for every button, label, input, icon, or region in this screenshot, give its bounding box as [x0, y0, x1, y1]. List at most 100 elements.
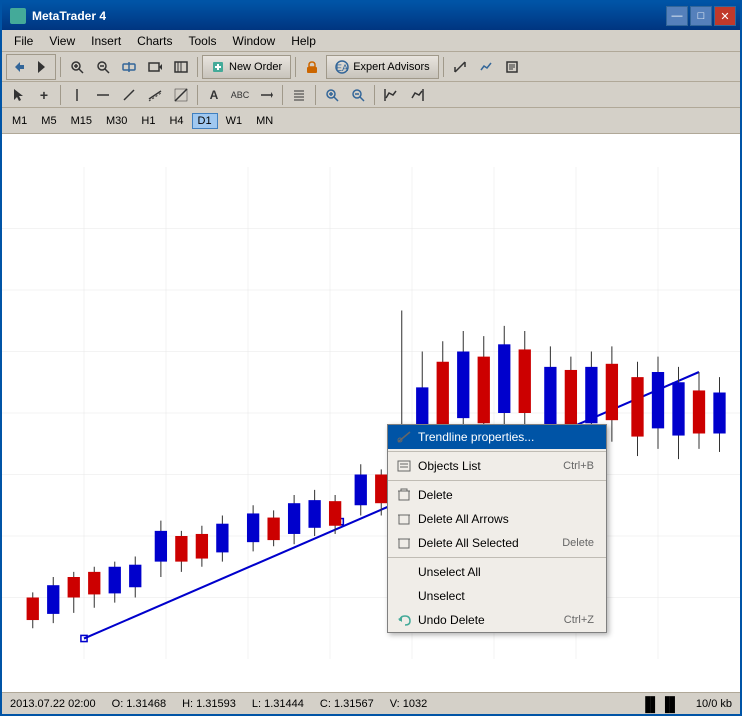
trendline-tool[interactable]: [117, 83, 141, 107]
ctx-delete[interactable]: Delete: [388, 483, 606, 507]
ctx-undo-delete[interactable]: Undo Delete Ctrl+Z: [388, 608, 606, 632]
maximize-button[interactable]: □: [690, 6, 712, 26]
ctx-objects-list[interactable]: Objects List Ctrl+B: [388, 454, 606, 478]
svg-text:EA: EA: [336, 63, 348, 73]
abc-tool[interactable]: ABC: [228, 83, 252, 107]
tf-m30[interactable]: M30: [100, 113, 133, 129]
chart-shift-button[interactable]: [379, 83, 403, 107]
unselect-all-icon: [396, 564, 412, 580]
ctx-trendline-properties[interactable]: Trendline properties...: [388, 425, 606, 449]
zoom-in-button[interactable]: [65, 55, 89, 79]
minimize-button[interactable]: —: [666, 6, 688, 26]
ctx-delete-label: Delete: [418, 488, 594, 502]
menu-insert[interactable]: Insert: [83, 32, 129, 50]
objects-list-icon: [396, 458, 412, 474]
lock-icon[interactable]: [300, 55, 324, 79]
auto-scroll-button[interactable]: [143, 55, 167, 79]
ctx-delete-selected-shortcut: Delete: [562, 537, 594, 549]
ctx-delete-all-selected[interactable]: Delete All Selected Delete: [388, 531, 606, 555]
chart-fit-button[interactable]: [405, 83, 429, 107]
undo-icon: [396, 612, 412, 628]
menu-help[interactable]: Help: [283, 32, 324, 50]
crosshair-tool[interactable]: +: [32, 83, 56, 107]
delete-selected-icon: [396, 535, 412, 551]
tf-m15[interactable]: M15: [65, 113, 98, 129]
sep3: [295, 57, 296, 77]
title-bar: MetaTrader 4 — □ ✕: [2, 2, 740, 30]
tf-mn[interactable]: MN: [250, 113, 279, 129]
sep8: [315, 85, 316, 105]
sep7: [282, 85, 283, 105]
cursor-tool[interactable]: [6, 83, 30, 107]
close-button[interactable]: ✕: [714, 6, 736, 26]
menu-tools[interactable]: Tools: [181, 32, 225, 50]
menu-charts[interactable]: Charts: [129, 32, 180, 50]
ctx-unselect-label: Unselect: [418, 589, 594, 603]
ctx-delete-selected-label: Delete All Selected: [418, 536, 556, 550]
sep1: [60, 57, 61, 77]
back-button[interactable]: [7, 55, 31, 79]
tf-w1[interactable]: W1: [220, 113, 249, 129]
tf-m1[interactable]: M1: [6, 113, 33, 129]
menu-file[interactable]: File: [6, 32, 41, 50]
delete-icon: [396, 487, 412, 503]
template-button[interactable]: [500, 55, 524, 79]
ctx-trendline-label: Trendline properties...: [418, 430, 594, 444]
indicator-button[interactable]: [474, 55, 498, 79]
ctx-sep1: [388, 451, 606, 452]
zoom-out-chart-button[interactable]: [346, 83, 370, 107]
arrow-tool[interactable]: [254, 83, 278, 107]
main-window: MetaTrader 4 — □ ✕ File View Insert Char…: [0, 0, 742, 716]
timeframe-toolbar: M1 M5 M15 M30 H1 H4 D1 W1 MN: [2, 108, 740, 134]
unselect-icon: [396, 588, 412, 604]
tf-d1[interactable]: D1: [192, 113, 218, 129]
app-icon: [10, 8, 26, 24]
fibonacci-tool[interactable]: [287, 83, 311, 107]
window-controls: — □ ✕: [666, 6, 736, 26]
tf-m5[interactable]: M5: [35, 113, 62, 129]
ctx-objects-list-label: Objects List: [418, 459, 557, 473]
status-open: O: 1.31468: [112, 698, 166, 710]
channel-tool[interactable]: [143, 83, 167, 107]
sep4: [443, 57, 444, 77]
status-date: 2013.07.22 02:00: [10, 698, 96, 710]
ctx-unselect[interactable]: Unselect: [388, 584, 606, 608]
expert-advisors-button[interactable]: EA Expert Advisors: [326, 55, 438, 79]
status-bars: 10/0 kb: [696, 698, 732, 710]
horizontal-line-tool[interactable]: [91, 83, 115, 107]
chart-scroll-button[interactable]: [117, 55, 141, 79]
ctx-unselect-all[interactable]: Unselect All: [388, 560, 606, 584]
text-tool[interactable]: A: [202, 83, 226, 107]
zoom-out-button[interactable]: [91, 55, 115, 79]
chart-area[interactable]: Trendline properties... Objects List Ctr…: [2, 134, 740, 692]
menu-view[interactable]: View: [41, 32, 83, 50]
tf-h4[interactable]: H4: [163, 113, 189, 129]
status-bar: 2013.07.22 02:00 O: 1.31468 H: 1.31593 L…: [2, 692, 740, 714]
tf-h1[interactable]: H1: [135, 113, 161, 129]
status-volume: V: 1032: [390, 698, 428, 710]
sep9: [374, 85, 375, 105]
new-order-button[interactable]: New Order: [202, 55, 291, 79]
ctx-delete-arrows-label: Delete All Arrows: [418, 512, 594, 526]
ctx-delete-all-arrows[interactable]: Delete All Arrows: [388, 507, 606, 531]
toolbar-drawing: + A ABC: [2, 82, 740, 108]
status-close: C: 1.31567: [320, 698, 374, 710]
ctx-objects-list-shortcut: Ctrl+B: [563, 460, 594, 472]
zoom-chart-button[interactable]: [320, 83, 344, 107]
regression-tool[interactable]: [169, 83, 193, 107]
status-high: H: 1.31593: [182, 698, 236, 710]
periodicity-button[interactable]: [169, 55, 193, 79]
vertical-line-tool[interactable]: [65, 83, 89, 107]
menu-bar: File View Insert Charts Tools Window Hel…: [2, 30, 740, 52]
toolbar-main: New Order EA Expert Advisors: [2, 52, 740, 82]
ctx-sep2: [388, 480, 606, 481]
delete-arrows-icon: [396, 511, 412, 527]
sep2: [197, 57, 198, 77]
chart-type-button[interactable]: [448, 55, 472, 79]
ctx-undo-delete-shortcut: Ctrl+Z: [564, 614, 594, 626]
ctx-undo-delete-label: Undo Delete: [418, 613, 558, 627]
forward-button[interactable]: [31, 55, 55, 79]
menu-window[interactable]: Window: [225, 32, 284, 50]
trendline-icon: [396, 429, 412, 445]
nav-btn-group: [6, 54, 56, 80]
